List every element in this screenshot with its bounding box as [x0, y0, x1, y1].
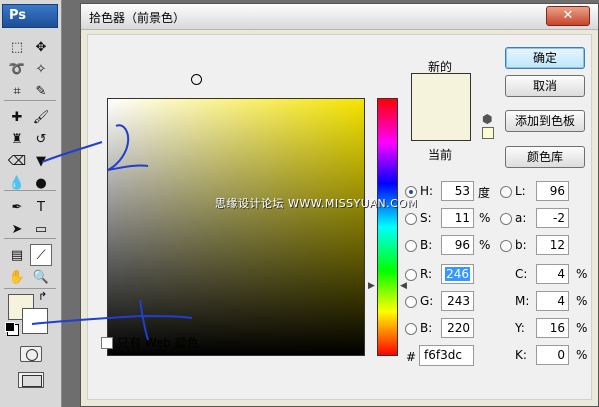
dialog-titlebar[interactable]: 拾色器（前景色） ✕	[81, 4, 598, 30]
lasso-tool-icon[interactable]: ➰	[6, 58, 28, 80]
yellow-label: Y:	[515, 321, 525, 335]
close-button[interactable]: ✕	[546, 6, 590, 26]
magenta-input[interactable]: 4	[536, 291, 569, 311]
lab-a-radio[interactable]	[500, 213, 512, 225]
gamut-warning-swatch[interactable]	[482, 127, 494, 139]
web-colors-checkbox[interactable]	[101, 336, 113, 349]
cyan-unit: %	[576, 267, 588, 281]
green-label: G:	[420, 294, 434, 308]
color-libraries-button[interactable]: 颜色库	[505, 146, 585, 168]
stamp-tool-icon[interactable]: ♜	[6, 128, 28, 150]
yellow-input[interactable]: 16	[536, 318, 569, 338]
eyedropper-tool-icon[interactable]: ⟋	[30, 244, 52, 266]
site-watermark: 思缘设计论坛 WWW.MISSYUAN.COM	[215, 197, 418, 210]
type-tool-icon[interactable]: T	[30, 196, 52, 218]
background-color-swatch[interactable]	[22, 308, 48, 334]
current-color-swatch[interactable]	[411, 107, 471, 141]
history-brush-icon[interactable]: ↺	[30, 128, 52, 150]
swap-colors-icon[interactable]: ↱	[38, 290, 47, 303]
current-color-label: 当前	[428, 148, 453, 162]
blue-radio[interactable]	[405, 323, 417, 335]
hex-input[interactable]: f6f3dc	[419, 345, 474, 366]
lab-l-label: L:	[515, 184, 526, 198]
screen-mode-button[interactable]	[18, 372, 44, 388]
blue-input[interactable]: 220	[441, 318, 474, 338]
slice-tool-icon[interactable]: ✎	[30, 80, 52, 102]
black-input[interactable]: 0	[536, 345, 569, 365]
toolbox-separator	[4, 238, 56, 239]
default-colors-icon[interactable]	[5, 322, 15, 332]
lab-a-input[interactable]: -2	[536, 208, 569, 228]
lab-l-radio[interactable]	[500, 186, 512, 198]
color-picker-circle[interactable]	[191, 74, 202, 85]
quick-mask-mode-button[interactable]	[20, 346, 42, 362]
brush-tool-icon[interactable]: 🖌	[30, 106, 52, 128]
new-color-swatch	[411, 73, 471, 107]
magenta-label: M:	[515, 294, 530, 308]
ok-button[interactable]: 确定	[505, 47, 585, 69]
blue-label: B:	[420, 321, 433, 335]
red-input[interactable]: 246	[441, 264, 474, 284]
hex-label: #	[406, 350, 417, 364]
brightness-unit: %	[479, 238, 491, 252]
cyan-label: C:	[515, 267, 528, 281]
zoom-tool-icon[interactable]: 🔍	[30, 266, 52, 288]
cancel-button[interactable]: 取消	[505, 75, 585, 97]
hue-slider-left-arrow-icon[interactable]: ◀	[400, 281, 407, 291]
green-input[interactable]: 243	[441, 291, 474, 311]
marquee-tool-icon[interactable]: ⬚	[6, 36, 28, 58]
toolbox-separator	[4, 190, 56, 191]
lab-a-label: a:	[515, 211, 527, 225]
lab-b-input[interactable]: 12	[536, 235, 569, 255]
lab-b-label: b:	[515, 238, 527, 252]
saturation-brightness-field[interactable]	[107, 98, 365, 356]
brightness-radio[interactable]	[405, 240, 417, 252]
hue-label: H:	[420, 184, 434, 198]
black-unit: %	[576, 348, 588, 362]
saturation-input[interactable]: 11	[441, 208, 474, 228]
hand-tool-icon[interactable]: ✋	[6, 266, 28, 288]
crop-tool-icon[interactable]: ⌗	[6, 80, 28, 102]
path-select-icon[interactable]: ➤	[6, 218, 28, 240]
pen-tool-icon[interactable]: ✒	[6, 196, 28, 218]
dialog-title: 拾色器（前景色）	[89, 11, 186, 25]
magic-wand-icon[interactable]: ✧	[30, 58, 52, 80]
yellow-unit: %	[576, 321, 588, 335]
paint-bucket-icon[interactable]: ▼	[30, 150, 52, 172]
shape-tool-icon[interactable]: ▭	[30, 218, 52, 240]
web-colors-only-option[interactable]: 只有 Web 颜色	[101, 334, 199, 351]
ps-logo: Ps	[2, 4, 58, 28]
out-of-gamut-cube-icon[interactable]: ⬢	[482, 112, 492, 126]
green-radio[interactable]	[405, 296, 417, 308]
hue-slider[interactable]	[377, 98, 398, 356]
lab-b-radio[interactable]	[500, 240, 512, 252]
red-label: R:	[420, 267, 433, 281]
hue-unit: 度	[478, 186, 491, 200]
saturation-radio[interactable]	[405, 213, 417, 225]
web-colors-label: 只有 Web 颜色	[117, 336, 199, 350]
saturation-unit: %	[479, 211, 491, 225]
black-label: K:	[515, 348, 527, 362]
toolbox-separator	[4, 288, 56, 289]
saturation-label: S:	[420, 211, 432, 225]
move-tool-icon[interactable]: ✥	[30, 36, 52, 58]
notes-tool-icon[interactable]: ▤	[6, 244, 28, 266]
cyan-input[interactable]: 4	[536, 264, 569, 284]
hue-input[interactable]: 53	[441, 181, 474, 201]
dialog-body: ▶ ◀ 只有 Web 颜色 新的 当前 ⬢ 确定 取消 添加到色板 颜色库 H:…	[87, 34, 592, 400]
brightness-input[interactable]: 96	[441, 235, 474, 255]
red-radio[interactable]	[405, 269, 417, 281]
magenta-unit: %	[576, 294, 588, 308]
lab-l-input[interactable]: 96	[536, 181, 569, 201]
eraser-tool-icon[interactable]: ⌫	[6, 150, 28, 172]
toolbox-separator	[4, 100, 56, 101]
hue-slider-right-arrow-icon[interactable]: ▶	[368, 281, 375, 291]
toolbox-panel: Ps ⬚ ✥ ➰ ✧ ⌗ ✎ ✚ 🖌 ♜ ↺ ⌫ ▼ 💧 ● ✒ T ➤ ▭ ▤ ⟋ ✋ 🔍 ↱	[0, 0, 62, 407]
brightness-label: B:	[420, 238, 433, 252]
healing-brush-icon[interactable]: ✚	[6, 106, 28, 128]
add-to-swatches-button[interactable]: 添加到色板	[505, 110, 585, 132]
